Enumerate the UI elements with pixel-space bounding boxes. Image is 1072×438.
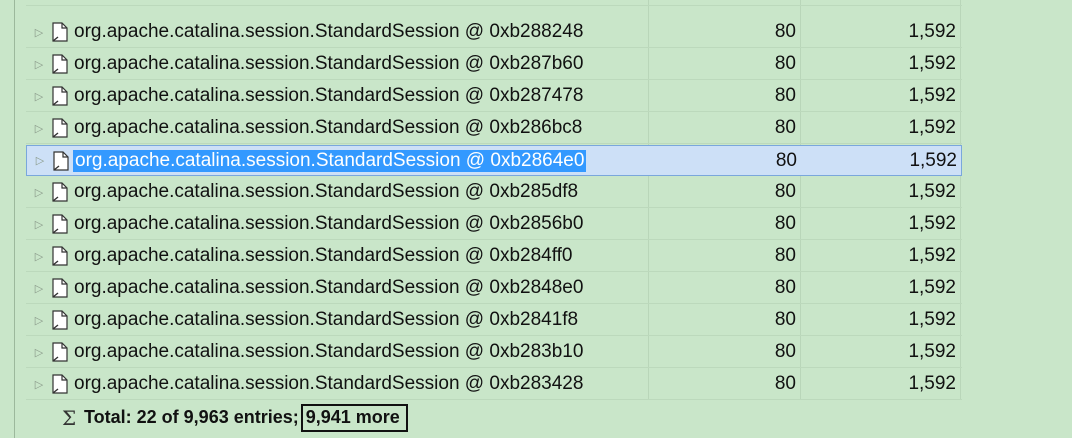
shallow-heap-value: 80 [774,85,796,106]
file-icon [52,342,68,362]
tree-guide-line [14,0,15,438]
file-icon [52,374,68,394]
shallow-heap-value: 80 [774,53,796,74]
file-icon [52,86,68,106]
shallow-heap-value: 80 [774,373,796,394]
file-icon [52,214,68,234]
file-icon [52,182,68,202]
object-name: org.apache.catalina.session.StandardSess… [74,181,579,202]
table-row-partial [26,0,962,6]
file-icon [52,246,68,266]
object-name: org.apache.catalina.session.StandardSess… [74,117,583,138]
object-name: org.apache.catalina.session.StandardSess… [74,341,584,362]
heap-objects-table: ▷ org.apache.catalina.session.StandardSes… [14,0,1072,438]
retained-heap-value: 1,592 [909,149,957,171]
expand-triangle-icon[interactable]: ▷ [27,154,53,167]
retained-heap-value: 1,592 [908,21,956,42]
expand-triangle-icon[interactable]: ▷ [26,218,52,231]
object-name: org.apache.catalina.session.StandardSess… [74,53,584,74]
expand-triangle-icon[interactable]: ▷ [26,250,52,263]
total-summary: Total: 22 of 9,963 entries; 9,941 more [84,403,408,432]
table-row[interactable]: ▷ org.apache.catalina.session.StandardSes… [26,113,962,144]
file-icon [52,54,68,74]
object-name: org.apache.catalina.session.StandardSess… [74,245,573,266]
object-name: org.apache.catalina.session.StandardSess… [74,21,584,42]
expand-triangle-icon[interactable]: ▷ [26,58,52,71]
expand-triangle-icon[interactable]: ▷ [26,378,52,391]
total-count-text: Total: 22 of 9,963 entries; [84,406,299,427]
sigma-icon: Σ [62,405,77,430]
retained-heap-value: 1,592 [908,53,956,74]
object-name: org.apache.catalina.session.StandardSess… [73,149,587,172]
expand-triangle-icon[interactable]: ▷ [26,26,52,39]
table-row[interactable]: ▷ org.apache.catalina.session.StandardSes… [26,17,962,48]
table-row[interactable]: ▷ org.apache.catalina.session.StandardSes… [26,305,962,336]
table-row[interactable]: ▷ org.apache.catalina.session.StandardSes… [26,241,962,272]
file-icon [52,22,68,42]
file-icon [52,118,68,138]
table-row[interactable]: ▷ org.apache.catalina.session.StandardSes… [26,145,962,176]
shallow-heap-value: 80 [774,341,796,362]
retained-heap-value: 1,592 [908,341,956,362]
table-row[interactable]: ▷ org.apache.catalina.session.StandardSes… [26,337,962,368]
shallow-heap-value: 80 [774,309,796,330]
retained-heap-value: 1,592 [908,213,956,234]
shallow-heap-value: 80 [775,149,797,171]
retained-heap-value: 1,592 [908,309,956,330]
file-icon [53,150,69,171]
object-name: org.apache.catalina.session.StandardSess… [74,277,584,298]
expand-triangle-icon[interactable]: ▷ [26,90,52,103]
expand-triangle-icon[interactable]: ▷ [26,314,52,327]
object-name: org.apache.catalina.session.StandardSess… [74,85,584,106]
shallow-heap-value: 80 [774,181,796,202]
expand-triangle-icon[interactable]: ▷ [26,282,52,295]
shallow-heap-value: 80 [774,117,796,138]
table-row[interactable]: ▷ org.apache.catalina.session.StandardSes… [26,177,962,208]
shallow-heap-value: 80 [774,277,796,298]
object-name: org.apache.catalina.session.StandardSess… [74,373,584,394]
table-row[interactable]: ▷ org.apache.catalina.session.StandardSes… [26,273,962,304]
retained-heap-value: 1,592 [908,181,956,202]
table-row[interactable]: ▷ org.apache.catalina.session.StandardSes… [26,81,962,112]
table-row[interactable]: ▷ org.apache.catalina.session.StandardSes… [26,49,962,80]
table-row[interactable]: ▷ org.apache.catalina.session.StandardSes… [26,369,962,400]
retained-heap-value: 1,592 [908,117,956,138]
file-icon [52,310,68,330]
shallow-heap-value: 80 [774,21,796,42]
shallow-heap-value: 80 [774,245,796,266]
retained-heap-value: 1,592 [908,85,956,106]
object-name: org.apache.catalina.session.StandardSess… [74,213,584,234]
retained-heap-value: 1,592 [908,245,956,266]
file-icon [52,278,68,298]
total-row: Σ Total: 22 of 9,963 entries; 9,941 more [26,401,962,434]
table-row[interactable]: ▷ org.apache.catalina.session.StandardSes… [26,209,962,240]
more-entries-link[interactable]: 9,941 more [300,403,408,432]
expand-triangle-icon[interactable]: ▷ [26,346,52,359]
object-name: org.apache.catalina.session.StandardSess… [74,309,579,330]
retained-heap-value: 1,592 [908,277,956,298]
expand-triangle-icon[interactable]: ▷ [26,122,52,135]
shallow-heap-value: 80 [774,213,796,234]
retained-heap-value: 1,592 [908,373,956,394]
expand-triangle-icon[interactable]: ▷ [26,186,52,199]
